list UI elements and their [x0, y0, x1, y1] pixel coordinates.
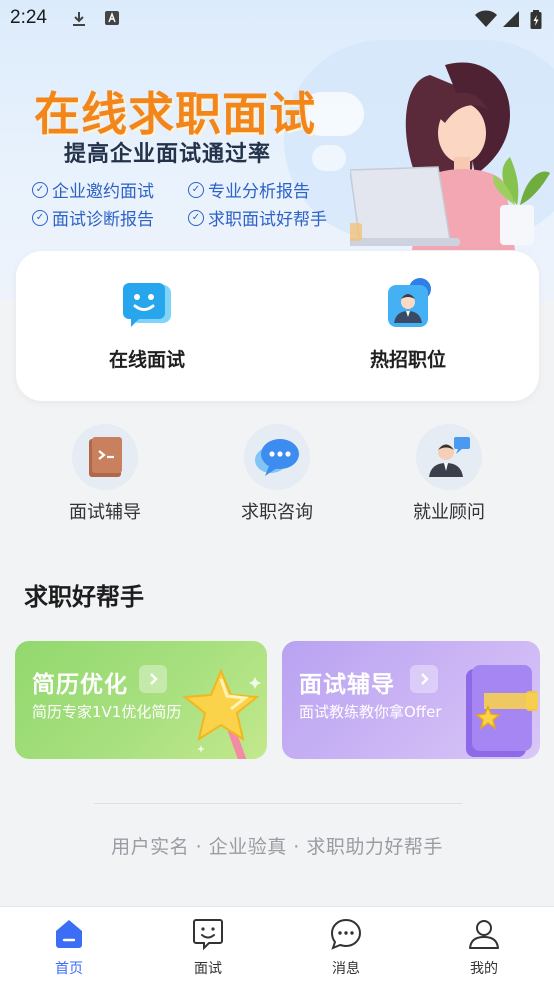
check-icon: ✓ — [32, 209, 48, 226]
quick-icon-circle — [72, 424, 138, 490]
quick-icon-circle — [244, 424, 310, 490]
promo-title: 面试辅导 — [299, 672, 395, 698]
footer-slogan: 用户实名 · 企业验真 · 求职助力好帮手 — [111, 836, 443, 858]
promo-subtitle: 简历专家1V1优化简历 — [32, 703, 182, 721]
career-advisor-label: 就业顾问 — [413, 502, 485, 523]
job-person-icon — [388, 278, 431, 327]
font-icon — [105, 11, 119, 25]
check-icon: ✓ — [188, 181, 204, 198]
job-consult-label: 求职咨询 — [241, 502, 313, 523]
book-icon — [466, 665, 538, 757]
interview-icon — [193, 919, 223, 951]
section-title: 求职好帮手 — [24, 583, 144, 611]
promo-subtitle: 面试教练教你拿Offer — [299, 703, 442, 721]
status-time: 2:24 — [10, 7, 47, 28]
download-icon — [73, 12, 85, 26]
divider — [94, 803, 462, 804]
bottom-tab-bar: 首页 面试 消息 我的 — [0, 906, 554, 984]
signal-icon — [503, 11, 519, 27]
job-consult-button[interactable]: 求职咨询 — [217, 424, 337, 524]
tab-interview[interactable]: 面试 — [168, 917, 248, 978]
promo-title: 简历优化 — [32, 672, 128, 698]
tab-label: 消息 — [332, 961, 360, 977]
check-icon: ✓ — [188, 209, 204, 226]
check-icon: ✓ — [32, 181, 48, 198]
hero-feature: ✓ 面试诊断报告 — [32, 205, 154, 230]
tab-label: 我的 — [470, 961, 498, 977]
interview-coaching-button[interactable]: 面试辅导 — [45, 424, 165, 524]
star-wand-icon — [182, 668, 261, 759]
message-icon — [330, 918, 362, 950]
hero-feature: ✓ 企业邀约面试 — [32, 177, 154, 202]
hero-subtitle: 提高企业面试通过率 — [64, 142, 272, 167]
interview-coaching-label: 面试辅导 — [69, 502, 141, 523]
smile-chat-icon — [123, 283, 171, 327]
hero-bubble-small — [312, 145, 346, 171]
home-icon — [56, 920, 82, 948]
tab-label: 面试 — [194, 961, 222, 977]
quick-icon-circle — [416, 424, 482, 490]
resume-optimize-card[interactable]: 简历优化 简历专家1V1优化简历 — [15, 641, 267, 759]
main-actions-card: 在线面试 热招职位 — [16, 251, 539, 401]
status-bar: 2:24 — [0, 0, 554, 38]
hero-feature: ✓ 求职面试好帮手 — [188, 205, 327, 230]
interview-coaching-card[interactable]: 面试辅导 面试教练教你拿Offer — [282, 641, 540, 759]
hot-jobs-label: 热招职位 — [369, 349, 446, 371]
online-interview-button[interactable]: 在线面试 — [67, 275, 227, 372]
hero-title: 在线求职面试 — [34, 87, 316, 141]
chevron-right-icon — [139, 665, 167, 693]
tab-messages[interactable]: 消息 — [306, 917, 386, 978]
terminal-book-icon — [89, 437, 122, 477]
tab-label: 首页 — [55, 961, 83, 977]
hero-feature: ✓ 专业分析报告 — [188, 177, 310, 202]
tab-profile[interactable]: 我的 — [444, 917, 524, 978]
advisor-icon — [429, 437, 470, 477]
hot-jobs-button[interactable]: 热招职位 — [328, 275, 488, 372]
chevron-right-icon — [410, 665, 438, 693]
career-advisor-button[interactable]: 就业顾问 — [389, 424, 509, 524]
wifi-icon — [475, 10, 497, 27]
tab-home[interactable]: 首页 — [29, 917, 109, 978]
battery-icon — [530, 10, 542, 29]
profile-icon — [469, 920, 499, 949]
online-interview-label: 在线面试 — [108, 349, 185, 371]
chat-bubble-icon — [255, 439, 299, 476]
woman-laptop-illustration — [350, 62, 550, 250]
